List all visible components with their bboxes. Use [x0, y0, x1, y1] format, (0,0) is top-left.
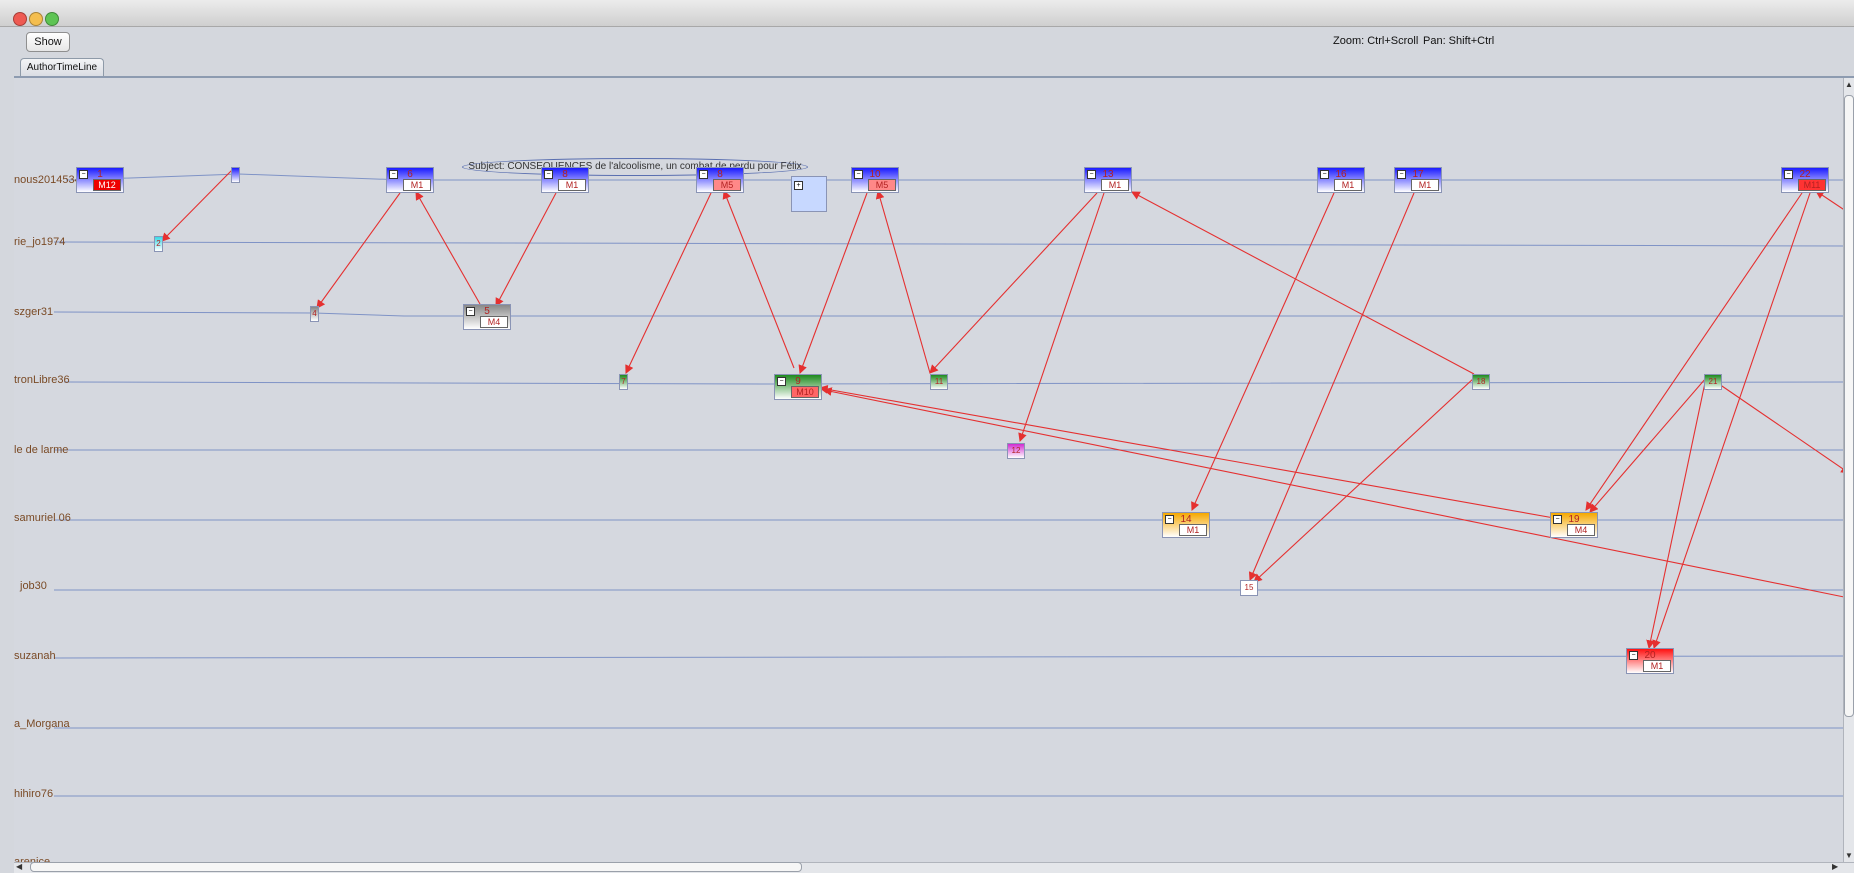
node-mark: M1: [1643, 660, 1671, 672]
scroll-down-icon[interactable]: ▼: [1845, 851, 1853, 860]
timeline-canvas[interactable]: nous2014534 rie_jo1974 szger31 tronLibre…: [14, 78, 1849, 862]
node-number: 21: [1708, 377, 1718, 386]
reply-link: [875, 189, 931, 374]
reply-link: [1718, 383, 1849, 474]
message-node[interactable]: − 13 M1: [1084, 167, 1132, 193]
message-node[interactable]: 12: [1007, 443, 1025, 459]
node-number: 4: [312, 309, 317, 318]
zoom-hint: Zoom: Ctrl+Scroll: [1333, 35, 1419, 47]
reply-link: [1589, 377, 1707, 513]
reply-link: [1253, 377, 1475, 583]
scroll-left-icon[interactable]: ◀: [16, 862, 22, 871]
pan-hint: Pan: Shift+Ctrl: [1423, 35, 1495, 47]
horizontal-scroll-thumb[interactable]: [30, 862, 802, 872]
reply-link: [822, 387, 1849, 599]
message-node[interactable]: 15: [1240, 580, 1258, 596]
expand-node[interactable]: +: [791, 176, 827, 212]
reply-link: [495, 192, 557, 307]
author-label: job30: [20, 580, 47, 592]
zoom-window-icon[interactable]: [45, 12, 59, 26]
message-node[interactable]: − 6 M1: [386, 167, 434, 193]
node-number: 18: [1476, 377, 1486, 386]
author-label: nous2014534: [14, 174, 81, 186]
scroll-up-icon[interactable]: ▲: [1845, 80, 1853, 89]
message-node[interactable]: − 20 M1: [1626, 648, 1674, 674]
message-node[interactable]: 18: [1472, 374, 1490, 390]
message-node[interactable]: − 1 M12: [76, 167, 124, 193]
message-node[interactable]: − 19 M4: [1550, 512, 1598, 538]
message-node[interactable]: [231, 167, 240, 183]
message-node[interactable]: − 17 M1: [1394, 167, 1442, 193]
node-mark: M1: [558, 179, 586, 191]
node-mark: M5: [868, 179, 896, 191]
message-node[interactable]: 2: [154, 236, 163, 252]
author-label: le de larme: [14, 444, 69, 456]
window-titlebar: [0, 0, 1854, 27]
author-label: tronLibre36: [14, 374, 70, 386]
show-button[interactable]: Show: [26, 32, 70, 52]
message-node[interactable]: − 14 M1: [1162, 512, 1210, 538]
node-number: 7: [621, 377, 626, 386]
node-number: 11: [934, 377, 944, 386]
message-node[interactable]: 11: [930, 374, 948, 390]
message-node[interactable]: − 8 M5: [696, 167, 744, 193]
minimize-window-icon[interactable]: [29, 12, 43, 26]
message-node[interactable]: 7: [619, 374, 628, 390]
node-number: 12: [1011, 446, 1021, 455]
node-mark: M4: [1567, 524, 1595, 536]
reply-link: [161, 169, 233, 242]
timeline-line: [53, 241, 1849, 247]
timeline-line: [66, 173, 1849, 181]
author-label: hihiro76: [14, 788, 54, 800]
reply-link: [316, 192, 401, 309]
message-node[interactable]: 21: [1704, 374, 1722, 390]
node-mark: M12: [93, 179, 121, 191]
reply-link: [1652, 192, 1811, 650]
timeline-line: [53, 311, 1849, 317]
message-node[interactable]: − 8 M1: [541, 167, 589, 193]
tab-author-timeline[interactable]: AuthorTimeLine: [20, 58, 104, 77]
subject-label[interactable]: Subject: CONSEQUENCES de l'alcoolisme, u…: [462, 158, 808, 176]
node-mark: M5: [713, 179, 741, 191]
reply-link: [929, 192, 1098, 374]
reply-link: [798, 192, 868, 375]
author-label: szger31: [14, 306, 54, 318]
message-node[interactable]: − 16 M1: [1317, 167, 1365, 193]
node-mark: M10: [791, 386, 819, 398]
node-mark: M4: [480, 316, 508, 328]
reply-link: [1131, 191, 1475, 375]
author-label: rie_jo1974: [14, 236, 66, 248]
reply-link: [1646, 377, 1707, 650]
close-window-icon[interactable]: [13, 12, 27, 26]
node-mark: M1: [1334, 179, 1362, 191]
message-node[interactable]: 4: [310, 306, 319, 322]
node-mark: M1: [1101, 179, 1129, 191]
reply-link: [625, 192, 712, 374]
author-label: a_Morgana: [14, 718, 70, 730]
timeline-line: [53, 655, 1849, 659]
reply-link: [415, 191, 481, 305]
node-number: 2: [156, 239, 161, 248]
message-node[interactable]: − 22 M11: [1781, 167, 1829, 193]
vertical-scroll-thumb[interactable]: [1844, 95, 1854, 717]
node-number: 15: [1244, 583, 1254, 592]
author-label: samuriel 06: [14, 512, 71, 524]
node-mark: M1: [403, 179, 431, 191]
message-node[interactable]: − 9 M10: [774, 374, 822, 400]
node-mark: M11: [1798, 179, 1826, 191]
scroll-right-icon[interactable]: ▶: [1832, 862, 1838, 871]
message-node[interactable]: − 5 M4: [463, 304, 511, 330]
expand-icon[interactable]: +: [794, 181, 803, 190]
timeline-graph: [53, 169, 1849, 797]
message-node[interactable]: − 10 M5: [851, 167, 899, 193]
node-mark: M1: [1179, 524, 1207, 536]
reply-link: [1585, 192, 1803, 511]
timeline-line: [63, 381, 1849, 385]
reply-link: [1191, 192, 1335, 512]
node-mark: M1: [1411, 179, 1439, 191]
reply-link: [1248, 192, 1415, 582]
author-label: suzanah: [14, 650, 56, 662]
reply-link: [722, 189, 795, 369]
reply-link: [818, 385, 1555, 519]
